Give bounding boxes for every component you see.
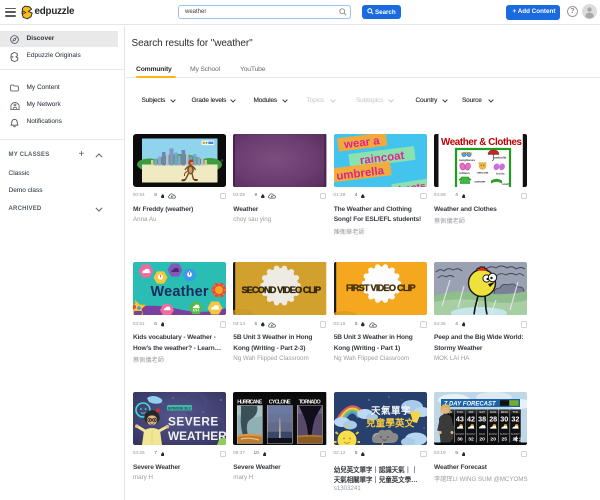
svg-text:Weather & Clothes: Weather & Clothes	[441, 137, 523, 148]
svg-text:TORNADO: TORNADO	[299, 399, 321, 405]
svg-text:25: 25	[502, 436, 508, 442]
svg-text:天氣單字: 天氣單字	[371, 405, 411, 417]
svg-text:43: 43	[456, 414, 464, 423]
svg-text:30: 30	[457, 436, 463, 442]
svg-text:CYCLONE: CYCLONE	[269, 399, 291, 405]
svg-text:RAIN: RAIN	[479, 431, 485, 435]
svg-text:兒童學英文: 兒童學英文	[365, 417, 415, 429]
svg-text:7 DAY FORECAST: 7 DAY FORECAST	[444, 401, 497, 407]
svg-text:38: 38	[478, 414, 486, 423]
svg-text:SUNNY: SUNNY	[455, 431, 464, 435]
svg-text:mittens: mittens	[459, 170, 470, 174]
svg-text:umbrella: umbrella	[494, 155, 507, 159]
svg-text:FIRST VIDEO CLIP: FIRST VIDEO CLIP	[346, 283, 416, 293]
svg-text:MON: MON	[501, 409, 508, 413]
svg-text:SUN: SUN	[490, 409, 496, 413]
svg-text:SEVERE: SEVERE	[168, 415, 219, 428]
svg-text:raincoat: raincoat	[477, 170, 489, 174]
svg-text:WEATHER: WEATHER	[168, 429, 226, 442]
svg-text:SUNNY: SUNNY	[489, 431, 498, 435]
svg-text:20: 20	[479, 436, 485, 442]
svg-text:2: 2	[519, 437, 522, 443]
svg-text:boots: boots	[496, 171, 504, 175]
svg-text:HURRICANE: HURRICANE	[237, 399, 262, 405]
svg-text:30: 30	[500, 414, 508, 423]
svg-text:THU: THU	[457, 409, 463, 413]
svg-text:SUNNY: SUNNY	[500, 431, 509, 435]
svg-text:42: 42	[467, 414, 475, 423]
svg-text:sweater: sweater	[474, 179, 486, 183]
svg-text:SAT: SAT	[479, 409, 485, 413]
svg-text:20: 20	[490, 436, 496, 442]
svg-text:scarf: scarf	[502, 181, 509, 185]
svg-text:EPISODE 30.2: EPISODE 30.2	[168, 406, 191, 410]
svg-text:sunglasses: sunglasses	[459, 157, 476, 161]
svg-text:FRI: FRI	[469, 409, 474, 413]
svg-text:SECOND VIDEO CLIP: SECOND VIDEO CLIP	[242, 285, 322, 295]
svg-text:28: 28	[489, 414, 497, 423]
svg-text:Weather: Weather	[150, 284, 208, 300]
svg-text:32: 32	[468, 436, 474, 442]
svg-text:SUNNY: SUNNY	[511, 431, 520, 435]
svg-text:TUE: TUE	[512, 409, 518, 413]
svg-text:32: 32	[511, 414, 519, 423]
svg-text:SUNNY: SUNNY	[466, 431, 475, 435]
